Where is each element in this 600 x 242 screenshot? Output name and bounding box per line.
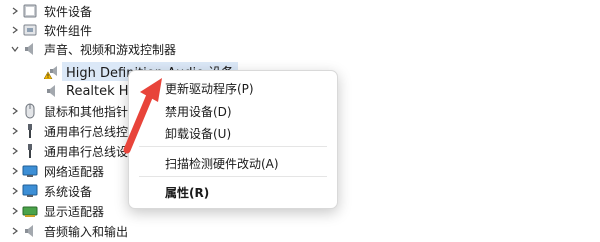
annotation-arrow [123,78,162,154]
